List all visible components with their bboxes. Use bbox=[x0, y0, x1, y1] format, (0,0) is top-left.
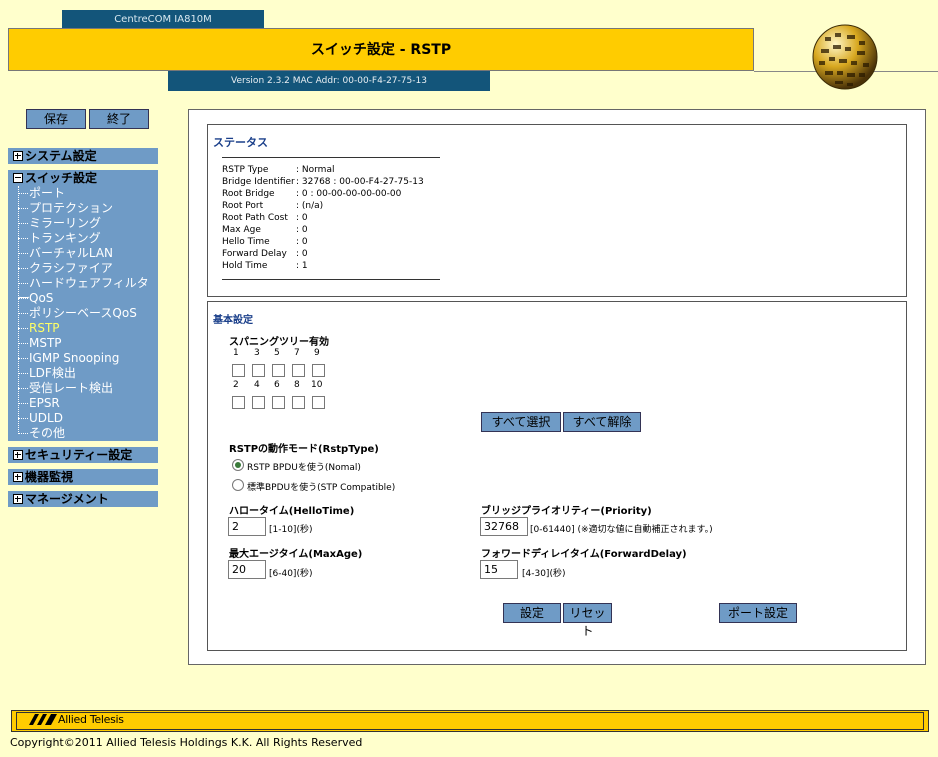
port-2-checkbox[interactable] bbox=[232, 396, 245, 409]
sidebar-item-igmp-snooping[interactable]: IGMP Snooping bbox=[18, 351, 158, 366]
mode-rstp-radio[interactable] bbox=[232, 459, 244, 471]
status-row: Max Age: 0 bbox=[222, 225, 308, 235]
expand-icon bbox=[13, 471, 23, 482]
hello-time-label: ハロータイム(HelloTime) bbox=[229, 506, 355, 517]
sidebar-section-security[interactable]: セキュリティー設定 bbox=[8, 447, 158, 463]
sidebar-item-rate-detect[interactable]: 受信レート検出 bbox=[18, 381, 158, 396]
deselect-all-button[interactable]: すべて解除 bbox=[563, 412, 641, 432]
sidebar-item-epsr[interactable]: EPSR bbox=[18, 396, 158, 411]
priority-input[interactable]: 32768 bbox=[480, 517, 528, 536]
exit-button[interactable]: 終了 bbox=[89, 109, 149, 129]
port-10-checkbox[interactable] bbox=[312, 396, 325, 409]
port-number: 5 bbox=[274, 348, 280, 358]
status-row: Root Port: (n/a) bbox=[222, 201, 324, 211]
port-9-checkbox[interactable] bbox=[312, 364, 325, 377]
status-row: Hold Time: 1 bbox=[222, 261, 308, 271]
status-row: Root Bridge: 0 : 00-00-00-00-00-00 bbox=[222, 189, 402, 199]
port-1-checkbox[interactable] bbox=[232, 364, 245, 377]
port-4-checkbox[interactable] bbox=[252, 396, 265, 409]
select-all-button[interactable]: すべて選択 bbox=[481, 412, 561, 432]
port-number: 3 bbox=[254, 348, 260, 358]
save-button[interactable]: 保存 bbox=[26, 109, 86, 129]
allied-telesis-logo-icon bbox=[29, 714, 57, 725]
reset-button[interactable]: リセット bbox=[563, 603, 612, 638]
sidebar-item-hardware-filter[interactable]: ハードウェアフィルター bbox=[18, 276, 158, 305]
sidebar-item-qos[interactable]: QoS bbox=[18, 291, 158, 306]
sidebar-section-switch[interactable]: スイッチ設定 bbox=[8, 170, 158, 186]
apply-button[interactable]: 設定 bbox=[503, 603, 561, 623]
status-row: Root Path Cost: 0 bbox=[222, 213, 308, 223]
status-row: Bridge Identifier: 32768 : 00-00-F4-27-7… bbox=[222, 177, 424, 187]
port-settings-button[interactable]: ポート設定 bbox=[719, 603, 797, 623]
hello-time-range: [1-10](秒) bbox=[269, 525, 313, 535]
basic-settings-title: 基本設定 bbox=[213, 315, 253, 326]
divider bbox=[222, 157, 440, 158]
port-3-checkbox[interactable] bbox=[252, 364, 265, 377]
expand-icon bbox=[13, 449, 23, 460]
mode-option-label: RSTP BPDUを使う(Nomal) bbox=[247, 463, 361, 473]
port-number: 9 bbox=[314, 348, 320, 358]
port-5-checkbox[interactable] bbox=[272, 364, 285, 377]
page-title: スイッチ設定 - RSTP bbox=[8, 28, 754, 71]
sidebar-item-mirroring[interactable]: ミラーリング bbox=[18, 216, 158, 231]
port-number: 4 bbox=[254, 380, 260, 390]
forward-delay-input[interactable]: 15 bbox=[480, 560, 518, 579]
port-number: 8 bbox=[294, 380, 300, 390]
status-row: RSTP Type: Normal bbox=[222, 165, 335, 175]
sidebar-item-ldf[interactable]: LDF検出 bbox=[18, 366, 158, 381]
sidebar-item-classifier[interactable]: クラシファイア bbox=[18, 261, 158, 276]
sidebar-item-udld[interactable]: UDLD bbox=[18, 411, 158, 426]
port-number: 10 bbox=[311, 380, 323, 390]
sidebar-section-monitor[interactable]: 機器監視 bbox=[8, 469, 158, 485]
port-6-checkbox[interactable] bbox=[272, 396, 285, 409]
port-8-checkbox[interactable] bbox=[292, 396, 305, 409]
mode-stp-compatible-radio[interactable] bbox=[232, 479, 244, 491]
port-number: 7 bbox=[294, 348, 300, 358]
divider bbox=[222, 279, 440, 280]
port-number: 2 bbox=[233, 380, 239, 390]
max-age-input[interactable]: 20 bbox=[228, 560, 266, 579]
footer-logo-text: Allied Telesis bbox=[58, 713, 124, 726]
status-row: Hello Time: 0 bbox=[222, 237, 308, 247]
collapse-icon bbox=[13, 172, 23, 183]
spanning-tree-label: スパニングツリー有効 bbox=[229, 337, 329, 348]
sidebar-item-protection[interactable]: プロテクション bbox=[18, 201, 158, 216]
model-tab: CentreCOM IA810M bbox=[62, 10, 264, 29]
sidebar-section-system[interactable]: システム設定 bbox=[8, 148, 158, 164]
sidebar-item-other[interactable]: その他 bbox=[18, 426, 158, 441]
port-number: 1 bbox=[233, 348, 239, 358]
version-info: Version 2.3.2 MAC Addr: 00-00-F4-27-75-1… bbox=[168, 71, 490, 91]
sidebar-item-vlan[interactable]: バーチャルLAN bbox=[18, 246, 158, 261]
max-age-label: 最大エージタイム(MaxAge) bbox=[229, 549, 363, 560]
basic-settings-panel bbox=[207, 301, 907, 651]
sidebar-item-policy-qos[interactable]: ポリシーベースQoS bbox=[18, 306, 158, 321]
port-number: 6 bbox=[274, 380, 280, 390]
sidebar-section-management[interactable]: マネージメント bbox=[8, 491, 158, 507]
port-7-checkbox[interactable] bbox=[292, 364, 305, 377]
sidebar-item-mstp[interactable]: MSTP bbox=[18, 336, 158, 351]
sidebar-item-trunking[interactable]: トランキング bbox=[18, 231, 158, 246]
expand-icon bbox=[13, 493, 23, 504]
status-title: ステータス bbox=[213, 136, 268, 149]
mode-option-label: 標準BPDUを使う(STP Compatible) bbox=[247, 483, 396, 493]
priority-range: [0-61440] (※適切な値に自動補正されます。) bbox=[530, 525, 713, 535]
copyright: Copyright©2011 Allied Telesis Holdings K… bbox=[10, 736, 363, 749]
globe-logo-icon bbox=[812, 24, 878, 90]
priority-label: ブリッジプライオリティー(Priority) bbox=[481, 506, 652, 517]
hello-time-input[interactable]: 2 bbox=[228, 517, 266, 536]
rstp-mode-label: RSTPの動作モード(RstpType) bbox=[229, 444, 379, 455]
sidebar-item-port[interactable]: ポート bbox=[18, 186, 158, 201]
forward-delay-range: [4-30](秒) bbox=[522, 569, 566, 579]
sidebar-item-rstp[interactable]: RSTP bbox=[18, 321, 158, 336]
max-age-range: [6-40](秒) bbox=[269, 569, 313, 579]
status-row: Forward Delay: 0 bbox=[222, 249, 308, 259]
expand-icon bbox=[13, 150, 23, 161]
forward-delay-label: フォワードディレイタイム(ForwardDelay) bbox=[481, 549, 687, 560]
footer-bar bbox=[11, 710, 929, 732]
